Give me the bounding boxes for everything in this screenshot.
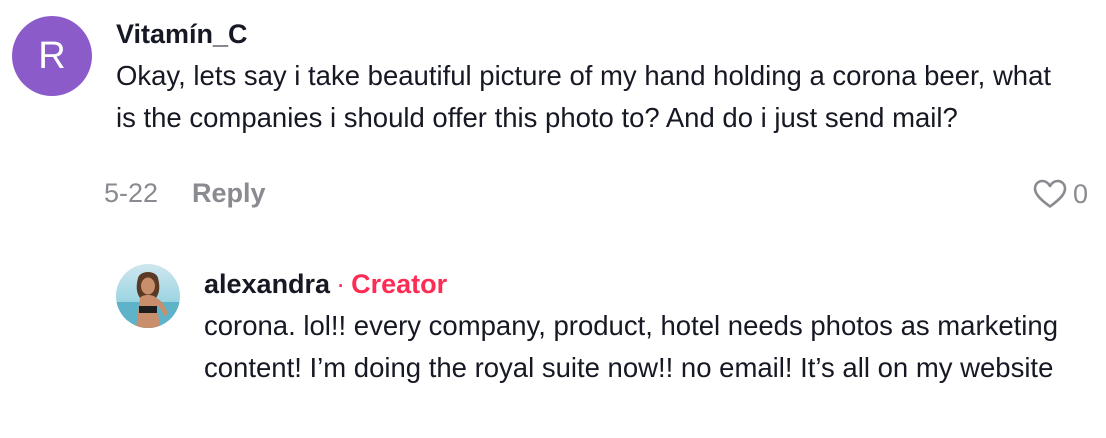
comment-body: Vitamín_C Okay, lets say i take beautifu… [116,16,1076,139]
reply-body: alexandra · Creator corona. lol!! every co… [204,264,1084,389]
avatar-letter: R [38,34,66,77]
reply-header: alexandra · Creator [204,263,1084,305]
reply-button[interactable]: Reply [192,178,266,209]
comment-meta: 5-22 Reply [104,172,266,214]
comment-username[interactable]: Vitamín_C [116,13,1076,55]
comment-date: 5-22 [104,177,159,208]
comment-text: Okay, lets say i take beautiful picture … [116,60,1052,133]
reply-username[interactable]: alexandra [204,269,330,299]
like-count: 0 [1072,178,1088,209]
like-button[interactable]: 0 [1033,174,1088,214]
creator-badge: Creator [351,269,448,299]
reply-text: corona. lol!! every company, product, ho… [204,310,1058,383]
separator-dot: · [336,269,346,299]
avatar[interactable]: R [12,16,92,96]
heart-outline-icon [1033,179,1073,209]
avatar[interactable] [116,264,180,328]
